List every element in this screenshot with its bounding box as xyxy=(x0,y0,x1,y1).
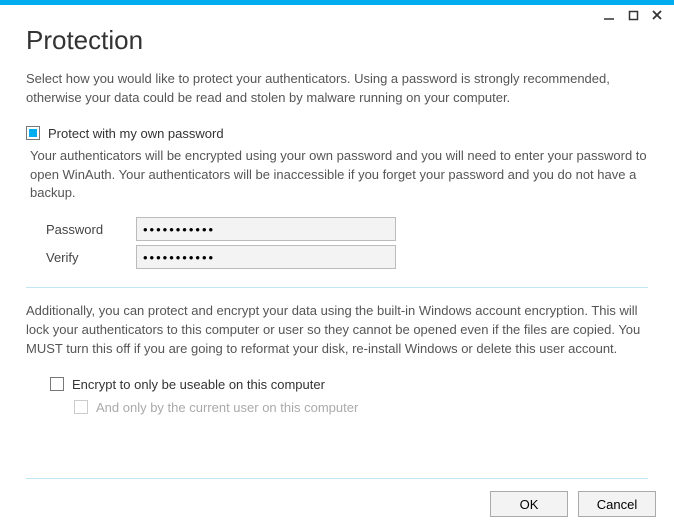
encrypt-checkbox-row: Encrypt to only be useable on this compu… xyxy=(50,377,648,392)
password-row: Password xyxy=(46,217,648,241)
maximize-button[interactable] xyxy=(626,8,640,22)
verify-input[interactable] xyxy=(136,245,396,269)
encrypt-checkbox-label[interactable]: Encrypt to only be useable on this compu… xyxy=(72,377,325,392)
dialog-footer: OK Cancel xyxy=(490,491,656,517)
password-label: Password xyxy=(46,222,136,237)
intro-text: Select how you would like to protect you… xyxy=(26,70,648,108)
minimize-button[interactable] xyxy=(602,8,616,22)
encrypt-user-checkbox xyxy=(74,400,88,414)
ok-button[interactable]: OK xyxy=(490,491,568,517)
protect-description: Your authenticators will be encrypted us… xyxy=(30,147,648,204)
protect-checkbox[interactable] xyxy=(26,126,40,140)
encrypt-description: Additionally, you can protect and encryp… xyxy=(26,302,648,359)
close-button[interactable] xyxy=(650,8,664,22)
encrypt-checkbox[interactable] xyxy=(50,377,64,391)
verify-row: Verify xyxy=(46,245,648,269)
encrypt-user-checkbox-label: And only by the current user on this com… xyxy=(96,400,358,415)
password-input[interactable] xyxy=(136,217,396,241)
protect-checkbox-label[interactable]: Protect with my own password xyxy=(48,126,224,141)
footer-separator xyxy=(26,478,648,479)
dialog-content: Protection Select how you would like to … xyxy=(0,5,674,415)
window-controls xyxy=(602,8,664,22)
protect-checkbox-row: Protect with my own password xyxy=(26,126,648,141)
encrypt-user-checkbox-row: And only by the current user on this com… xyxy=(74,400,648,415)
cancel-button[interactable]: Cancel xyxy=(578,491,656,517)
verify-label: Verify xyxy=(46,250,136,265)
page-title: Protection xyxy=(26,25,648,56)
separator xyxy=(26,287,648,288)
